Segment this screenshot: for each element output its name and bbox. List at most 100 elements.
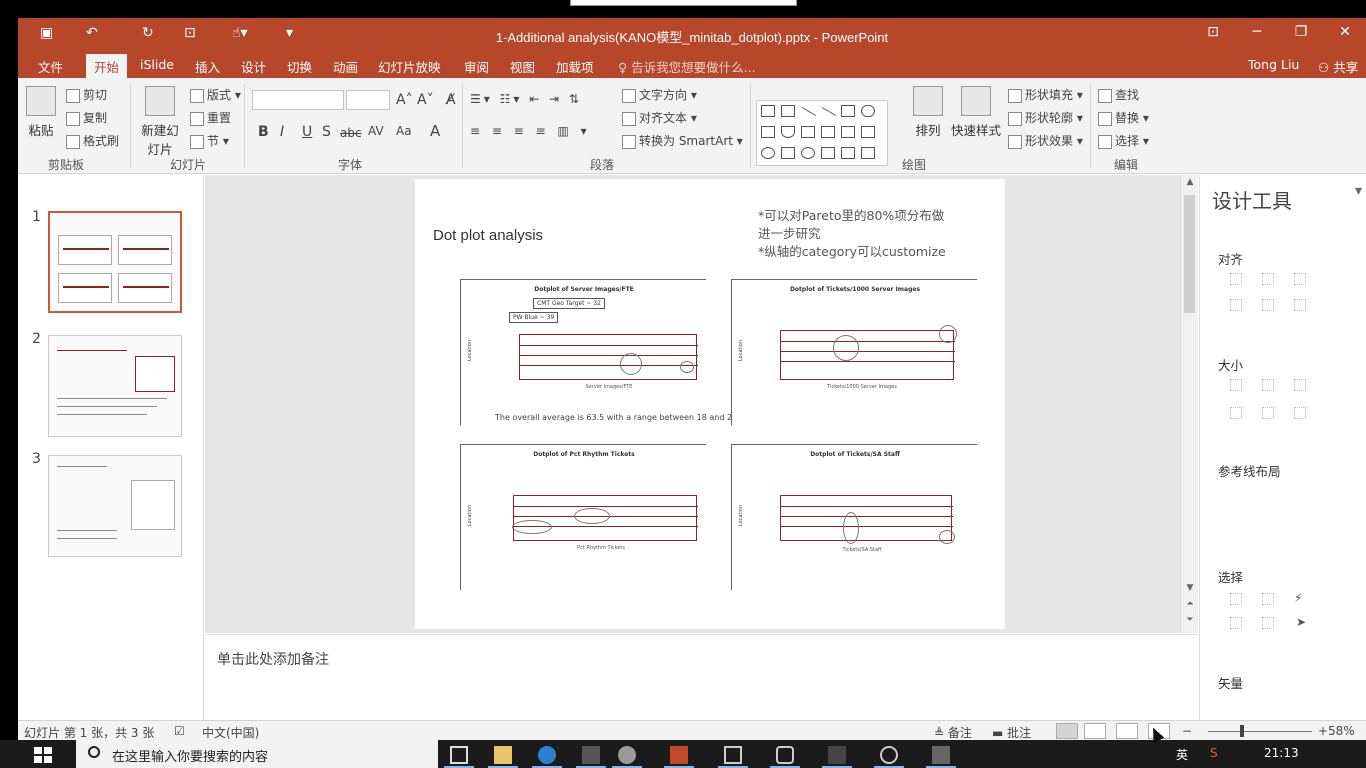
shape-fill-button[interactable]: 形状填充 ▾ [1008,86,1083,103]
windows-start-icon[interactable] [34,747,52,763]
arrow-shape[interactable] [821,107,837,116]
tab-view[interactable]: 视图 [510,57,535,76]
scroll-thumb[interactable] [1184,195,1195,313]
slide-thumbnail-1[interactable] [48,211,182,313]
dotplot-tickets-sa-staff[interactable]: Dotplot of Tickets/SA Staff Location Tic… [731,444,977,590]
pane-options-icon[interactable]: ▾ [1355,183,1362,199]
shadow-button[interactable]: S [322,124,331,140]
font-size-box[interactable] [346,90,390,110]
ribbon-display-icon[interactable]: ⊡ [1198,24,1228,40]
next-slide-icon[interactable]: ⏷ [1181,615,1199,625]
slide-note-line[interactable]: 进一步研究 [758,223,821,242]
tab-review[interactable]: 审阅 [464,57,489,76]
arc-shape[interactable] [801,147,815,159]
triangle-shape[interactable] [781,126,795,138]
align-right-icon[interactable] [1294,273,1306,285]
change-case-button[interactable]: Aa [396,124,412,138]
elbow-shape[interactable] [801,126,815,138]
select-similar-icon[interactable] [1262,593,1274,605]
size-match-icon[interactable] [1294,407,1306,419]
smartart-button[interactable]: 转换为 SmartArt ▾ [622,132,743,149]
layout-button[interactable]: 版式 ▾ [190,86,241,103]
taskview-icon[interactable] [444,742,474,768]
tab-transitions[interactable]: 切换 [287,57,312,76]
select-same-icon[interactable] [1230,593,1242,605]
bracket-shape[interactable] [821,147,835,159]
tab-design[interactable]: 设计 [241,57,266,76]
star-shape[interactable] [861,147,875,159]
paste-button[interactable]: 粘贴 [24,86,58,139]
store-icon[interactable] [576,742,606,768]
bold-button[interactable]: B [258,124,269,140]
ime-indicator[interactable]: 英 [1176,746,1188,763]
tab-insert[interactable]: 插入 [195,57,220,76]
curve-shape[interactable] [821,126,835,138]
language[interactable]: 中文(中国) [202,724,259,740]
dotplot-pct-rhythm[interactable]: Dotplot of Pct Rhythm Tickets Location P… [460,444,706,590]
scroll-down-icon[interactable]: ▼ [1181,583,1199,593]
tab-file[interactable]: 文件 [38,57,63,76]
rounded-rect-shape[interactable] [861,105,875,117]
user-name[interactable]: Tong Liu [1248,57,1299,72]
select-invert-icon[interactable] [1230,617,1242,629]
vertical-textbox-shape[interactable] [781,105,795,117]
copy-button[interactable]: 复制 [66,109,107,126]
camera-icon[interactable] [770,742,800,768]
wechat-icon[interactable] [612,742,642,768]
zoom-level[interactable]: 58% [1328,724,1355,738]
app-icon[interactable] [718,742,748,768]
brace-shape[interactable] [841,147,855,159]
app-icon[interactable] [822,742,852,768]
align-center-icon[interactable] [1262,273,1274,285]
media-icon[interactable] [874,742,904,768]
powerpoint-taskbar-icon[interactable] [664,742,694,768]
cut-button[interactable]: 剪切 [66,86,107,103]
slide[interactable]: Dot plot analysis *可以对Pareto里的80%项分布做 进一… [415,179,1005,629]
dotplot-server-images[interactable]: Dotplot of Server Images/FTE CMT Geo Tar… [460,279,706,425]
font-name-box[interactable] [252,90,344,110]
app-icon[interactable] [926,742,956,768]
strikethrough-button[interactable]: abc [340,126,362,140]
bullets-icon[interactable]: ☰▾ ☷▾ ⇤ ⇥ ⇅ [470,92,582,106]
same-width-icon[interactable] [1230,379,1242,391]
slide-scrollbar[interactable]: ▲ ▼ ⏶ ⏷ [1180,175,1198,633]
align-icons[interactable]: ≡ ≡ ≡ ≡ ▥ ▾ [470,124,591,138]
section-button[interactable]: 节 ▾ [190,132,229,149]
maximize-button[interactable]: ❐ [1286,24,1316,40]
slide-thumbnail-3[interactable] [48,455,182,557]
prev-slide-icon[interactable]: ⏶ [1181,599,1199,609]
zoom-slider-knob[interactable] [1240,725,1244,737]
zoom-out-icon[interactable]: − [1182,724,1192,738]
scroll-up-icon[interactable]: ▲ [1181,177,1199,187]
antivirus-icon[interactable]: S [1210,746,1218,760]
slide-thumbnail-2[interactable] [48,335,182,437]
distribute-v-icon[interactable] [1262,407,1274,419]
minimize-button[interactable]: ─ [1242,24,1272,40]
zoom-in-icon[interactable]: + [1318,724,1328,738]
tab-animations[interactable]: 动画 [333,57,358,76]
align-bottom-icon[interactable] [1294,299,1306,311]
rectangle-shape[interactable] [841,105,855,117]
slide-sorter-button[interactable] [1084,723,1106,739]
tell-me-box[interactable]: ♀ 告诉我您想要做什么... [618,57,756,76]
same-size-icon[interactable] [1294,379,1306,391]
new-slide-button[interactable]: 新建幻灯片 [138,86,182,158]
close-button[interactable]: ✕ [1330,24,1360,40]
pointer-icon[interactable]: ➤ [1296,615,1306,629]
zoom-slider[interactable] [1208,731,1312,732]
arrange-button[interactable]: 排列 [910,86,946,139]
underline-button[interactable]: U [302,124,312,140]
taskbar-search[interactable]: 在这里输入你要搜索的内容 [76,740,438,768]
magic-wand-icon[interactable]: ⚡ [1294,591,1302,605]
oval-shape[interactable] [761,147,775,159]
slide-caption[interactable]: The overall average is 63.5 with a range… [495,413,742,422]
dotplot-tickets-per-1000[interactable]: Dotplot of Tickets/1000 Server Images Lo… [731,279,977,425]
notes-pane[interactable]: 单击此处添加备注 [205,634,1198,720]
same-height-icon[interactable] [1262,379,1274,391]
textbox-shape[interactable] [761,105,775,117]
notes-toggle[interactable]: ≜ 备注 [934,724,972,740]
shapes-gallery[interactable] [756,100,888,166]
char-spacing-button[interactable]: AV [368,124,384,138]
text-direction-button[interactable]: 文字方向 ▾ [622,86,697,103]
file-explorer-icon[interactable] [488,742,518,768]
